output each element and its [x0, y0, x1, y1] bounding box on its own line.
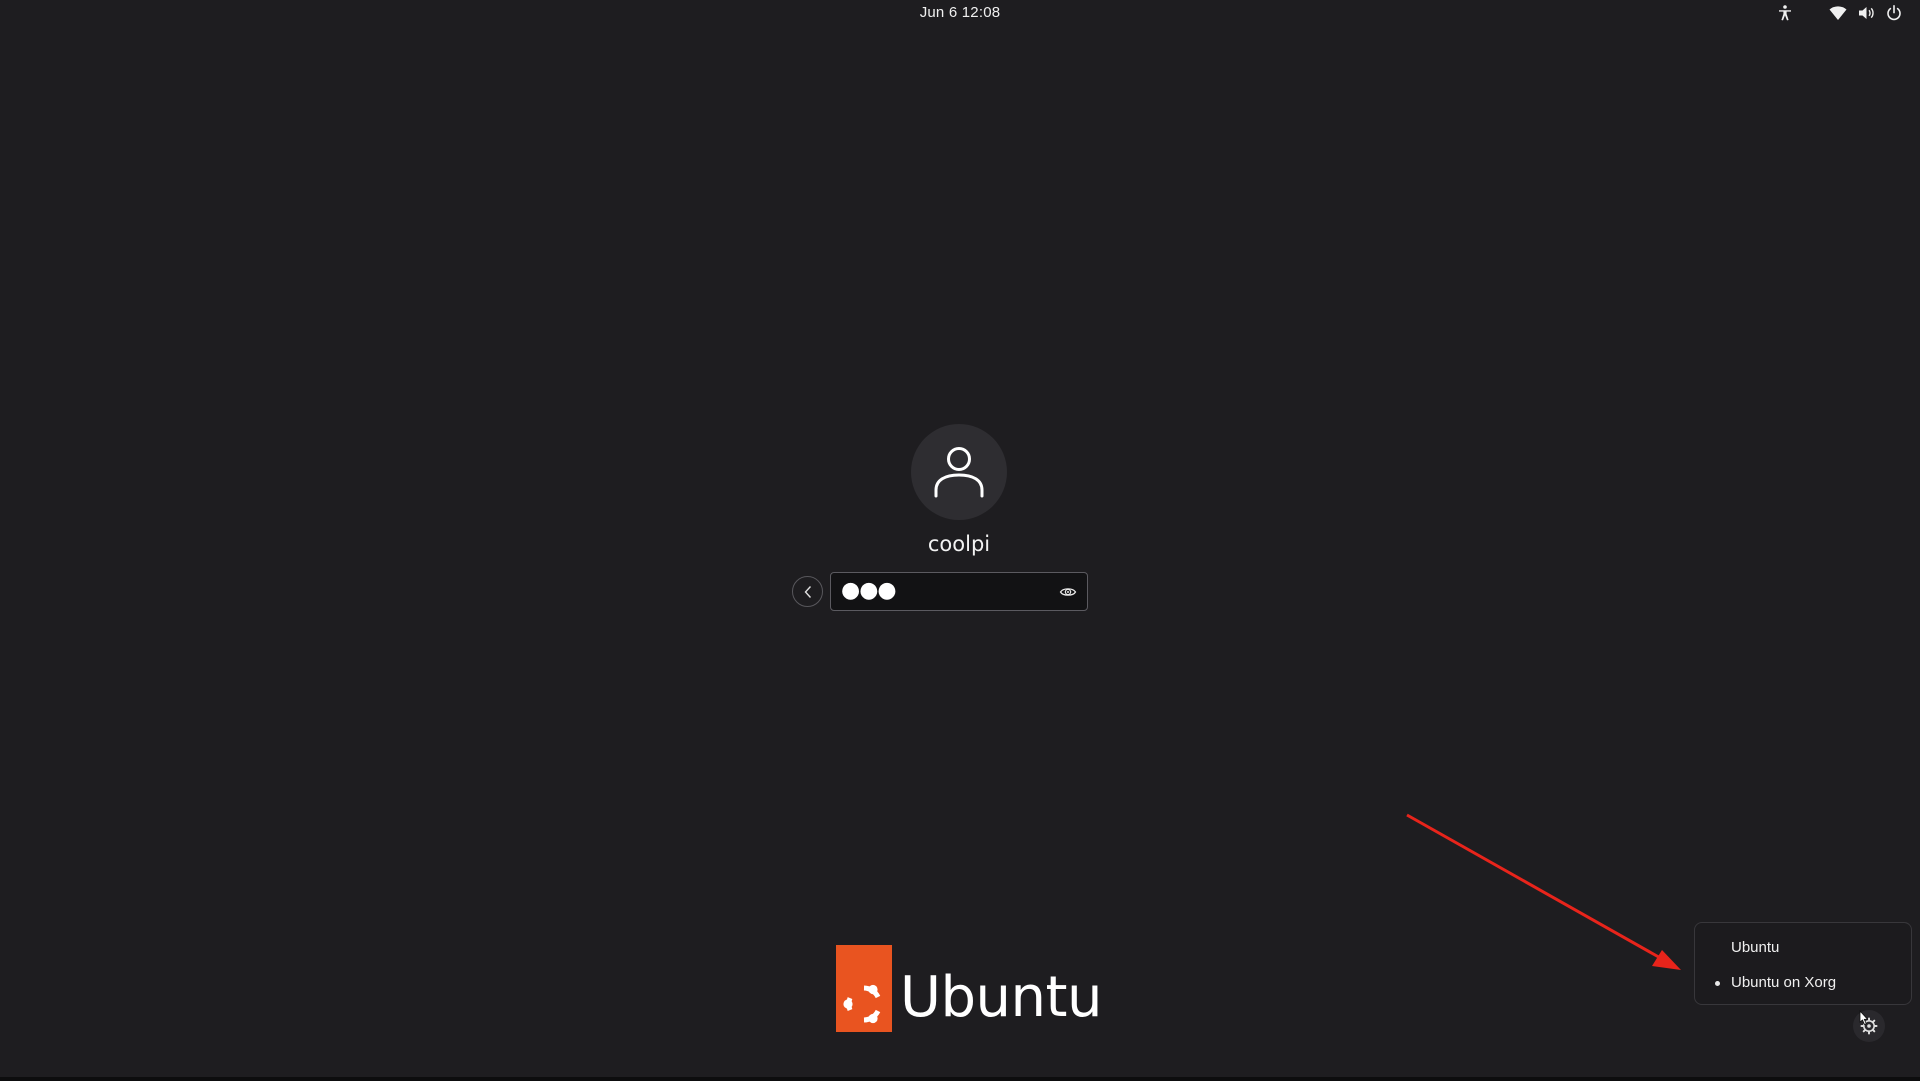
volume-icon[interactable] — [1856, 3, 1876, 23]
selected-bullet-icon — [1715, 981, 1720, 986]
bottom-edge — [0, 1077, 1920, 1081]
menu-item-ubuntu-on-xorg[interactable]: Ubuntu on Xorg — [1695, 968, 1911, 998]
top-bar: Jun 6 12:08 — [0, 0, 1920, 26]
accessibility-icon[interactable] — [1775, 3, 1795, 23]
session-menu: Ubuntu Ubuntu on Xorg — [1694, 922, 1912, 1005]
menu-item-ubuntu[interactable]: Ubuntu — [1695, 933, 1911, 963]
username-label: coolpi — [927, 532, 991, 556]
clock[interactable]: Jun 6 12:08 — [0, 4, 1920, 21]
menu-item-label: Ubuntu on Xorg — [1731, 974, 1837, 991]
user-avatar[interactable] — [911, 424, 1007, 520]
user-avatar-icon — [934, 447, 984, 498]
password-value: ●●● — [841, 578, 897, 603]
login-screen: Jun 6 12:08 coolpi ●●● Ubuntu Ubuntu Ubu… — [0, 0, 1920, 1081]
ubuntu-logo — [836, 945, 892, 1032]
power-icon[interactable] — [1884, 3, 1904, 23]
chevron-left-icon — [804, 586, 812, 598]
menu-item-label: Ubuntu — [1731, 939, 1780, 956]
clock-label: Jun 6 12:08 — [919, 4, 1001, 21]
network-wifi-icon[interactable] — [1828, 3, 1848, 23]
mouse-pointer-icon — [1859, 1010, 1869, 1026]
ubuntu-wordmark: Ubuntu — [900, 965, 1102, 1030]
back-button[interactable] — [792, 576, 823, 607]
eye-icon[interactable] — [1059, 583, 1077, 601]
password-input[interactable]: ●●● — [830, 572, 1088, 611]
circle-of-friends-icon — [843, 984, 881, 1024]
